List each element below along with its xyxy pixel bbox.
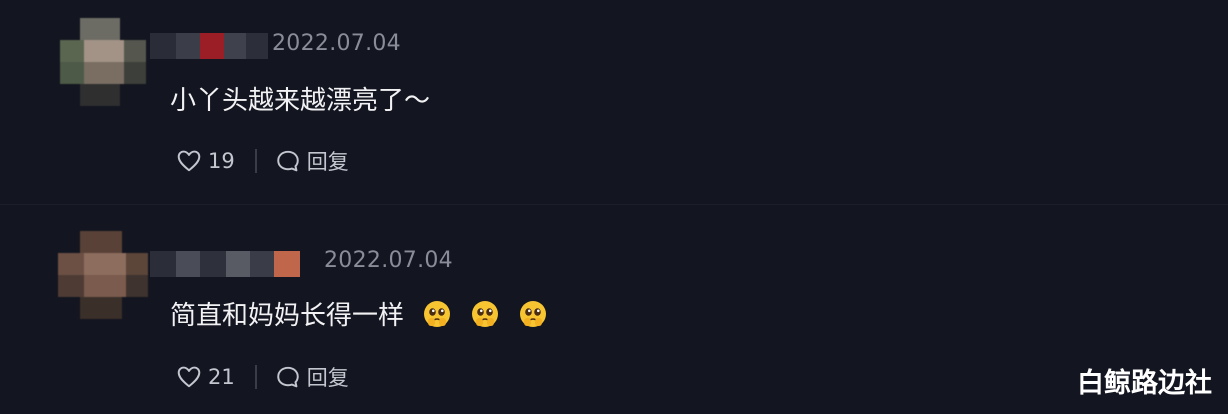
like-count: 21 — [208, 365, 235, 389]
like-count: 19 — [208, 149, 235, 173]
pleading-face-emoji — [520, 300, 547, 327]
avatar-blurred[interactable] — [60, 18, 160, 108]
comment-text: 简直和妈妈长得一样 — [170, 295, 548, 332]
like-button[interactable]: 19 — [176, 148, 235, 174]
action-divider — [254, 149, 257, 173]
username-blurred[interactable] — [150, 33, 268, 59]
comment-actions: 21 回复 — [176, 362, 349, 392]
watermark: 白鲸路边社 — [1077, 368, 1212, 399]
pleading-face-emoji — [424, 300, 451, 327]
heart-icon — [177, 366, 201, 388]
comment-date: 2022.07.04 — [324, 248, 453, 273]
comment-text-content: 简直和妈妈长得一样 — [170, 301, 405, 331]
comment-item: 2022.07.04 小丫头越来越漂亮了～ 19 回复 — [0, 0, 1228, 205]
heart-icon — [177, 150, 201, 172]
comment-bubble-icon — [277, 366, 299, 388]
comment-actions: 19 回复 — [176, 146, 349, 176]
reply-button[interactable]: 回复 — [275, 146, 349, 176]
comment-date: 2022.07.04 — [272, 31, 401, 56]
username-blurred[interactable] — [150, 251, 300, 277]
comment-bubble-icon — [277, 150, 299, 172]
avatar-blurred[interactable] — [58, 231, 158, 321]
reply-label: 回复 — [306, 366, 349, 390]
comment-item: 2022.07.04 简直和妈妈长得一样 21 回复 — [0, 205, 1228, 414]
comment-list: 2022.07.04 小丫头越来越漂亮了～ 19 回复 2022.07.04 简… — [0, 0, 1228, 414]
reply-label: 回复 — [306, 150, 349, 174]
comment-text-content: 小丫头越来越漂亮了～ — [170, 86, 431, 116]
like-button[interactable]: 21 — [176, 364, 235, 390]
comment-text: 小丫头越来越漂亮了～ — [170, 80, 430, 117]
pleading-face-emoji — [472, 300, 499, 327]
reply-button[interactable]: 回复 — [275, 362, 349, 392]
action-divider — [254, 365, 257, 389]
